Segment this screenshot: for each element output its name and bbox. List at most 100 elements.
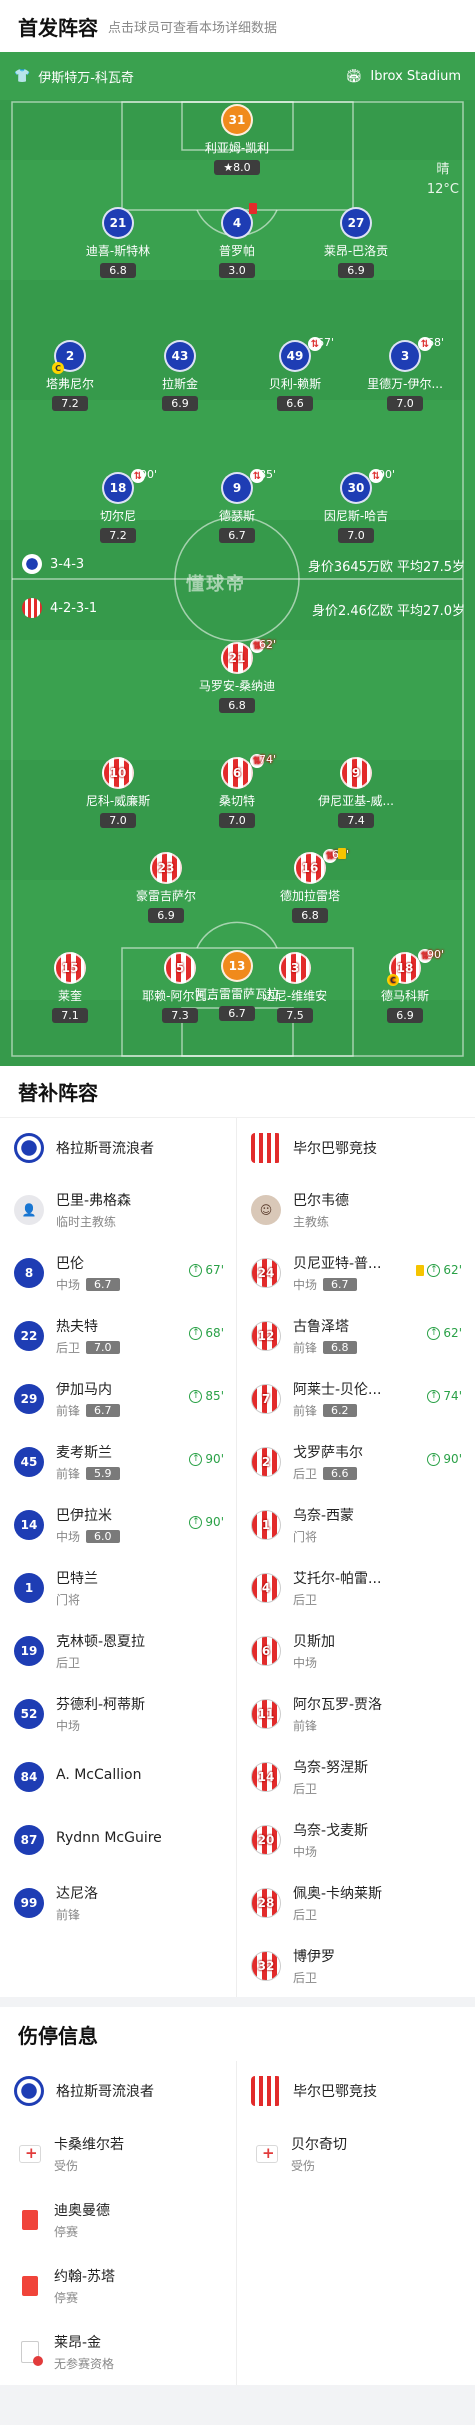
- sub-player-meta: 中场 6.0: [56, 1528, 120, 1545]
- sub-player-info: 佩奥-卡纳莱斯 后卫: [293, 1883, 382, 1923]
- sub-player-row[interactable]: 14 巴伊拉米 中场 6.0 ↑ 90': [0, 1493, 236, 1556]
- player-number: 27: [340, 207, 372, 239]
- pitch-player[interactable]: 16⇅62' 德加拉雷塔 6.8: [255, 848, 365, 923]
- sub-player-row[interactable]: 32 博伊罗 后卫: [237, 1934, 474, 1997]
- sub-player-row[interactable]: 7 阿莱士-贝伦... 前锋 6.2 ↑ 74': [237, 1367, 474, 1430]
- sub-player-row[interactable]: 12 古鲁泽塔 前锋 6.8 ↑ 62': [237, 1304, 474, 1367]
- pitch-player[interactable]: 31 利亚姆-凯利 ★8.0: [182, 104, 292, 175]
- sub-player-row[interactable]: 22 热夫特 后卫 7.0 ↑ 68': [0, 1304, 236, 1367]
- sub-player-row[interactable]: 4 艾托尔-帕雷... 后卫: [237, 1556, 474, 1619]
- injury-row[interactable]: 约翰-苏塔 停赛: [0, 2253, 236, 2319]
- player-rating-wrap: 7.0: [63, 809, 173, 828]
- sub-player-position: 后卫: [293, 1592, 318, 1607]
- sub-player-row[interactable]: 99 达尼洛 前锋: [0, 1871, 236, 1934]
- injury-row[interactable]: 迪奥曼德 停赛: [0, 2187, 236, 2253]
- sub-player-row[interactable]: 52 芬德利-柯蒂斯 中场: [0, 1682, 236, 1745]
- sub-player-row[interactable]: 2 戈罗萨韦尔 后卫 6.6 ↑ 90': [237, 1430, 474, 1493]
- medkit-icon: [255, 2142, 279, 2166]
- home-coach: 伊斯特万-科瓦奇: [38, 70, 134, 86]
- sub-player-meta: 中场: [293, 1654, 335, 1671]
- pitch-topbar: 👕 伊斯特万-科瓦奇 🏟 Ibrox Stadium: [0, 52, 475, 100]
- sub-player-row[interactable]: 19 克林顿-恩夏拉 后卫: [0, 1619, 236, 1682]
- injured-player-name: 卡桑维尔若: [54, 2137, 124, 2153]
- pitch-player[interactable]: 23 豪雷吉萨尔 6.9: [111, 852, 221, 923]
- pitch-player[interactable]: 21 ⇅ 62' 马罗安-桑纳迪 6.8: [182, 638, 292, 713]
- player-rating: 7.1: [52, 1008, 88, 1023]
- sub-player-row[interactable]: 8 巴伦 中场 6.7 ↑ 67': [0, 1241, 236, 1304]
- sub-on-event: ↑ 74': [427, 1389, 462, 1403]
- pitch-player[interactable]: 43 拉斯金 6.9: [125, 340, 235, 411]
- substitution-minute: 85': [259, 468, 277, 481]
- sub-player-row[interactable]: 20 乌奈-戈麦斯 中场: [237, 1808, 474, 1871]
- sub-player-row[interactable]: 87 Rydnn McGuire: [0, 1808, 236, 1871]
- sub-player-rating: 6.8: [323, 1340, 357, 1354]
- sub-on-arrow-icon: ↑: [427, 1326, 441, 1340]
- injured-player-name: 莱昂-金: [54, 2335, 102, 2351]
- coach-name: 巴里-弗格森: [56, 1192, 132, 1209]
- sub-player-meta: 前锋 6.7: [56, 1402, 120, 1419]
- player-name: 德加拉雷塔: [279, 889, 340, 903]
- home-team-header[interactable]: 格拉斯哥流浪者: [0, 1118, 236, 1178]
- pitch-player[interactable]: 10 尼科-威廉斯 7.0: [63, 757, 173, 828]
- sub-player-number: 11: [251, 1698, 281, 1729]
- player-number: 13: [221, 950, 253, 982]
- away-team-header[interactable]: 毕尔巴鄂竞技: [237, 1118, 474, 1178]
- coach-name: 巴尔韦德: [293, 1192, 349, 1209]
- pitch-player[interactable]: 6 ⇅ 74' 桑切特 7.0: [182, 753, 292, 828]
- sub-player-meta: 中场 6.7: [56, 1276, 120, 1293]
- injury-row[interactable]: 卡桑维尔若受伤: [0, 2121, 236, 2187]
- injury-status: 停赛: [54, 2291, 79, 2305]
- pitch-player[interactable]: 9 ⇅ 85' 德瑟斯 6.7: [182, 468, 292, 543]
- sub-player-row[interactable]: 28 佩奥-卡纳莱斯 后卫: [237, 1871, 474, 1934]
- sub-player-number: 2: [251, 1446, 281, 1477]
- pitch-player[interactable]: 9 伊尼亚基-威... 7.4: [301, 757, 411, 828]
- home-coach-row[interactable]: 👤 巴里-弗格森 临时主教练: [0, 1178, 236, 1241]
- sub-player-row[interactable]: 45 麦考斯兰 前锋 5.9 ↑ 90': [0, 1430, 236, 1493]
- away-team-header[interactable]: 毕尔巴鄂竞技: [237, 2061, 474, 2121]
- sub-player-position: 中场: [293, 1655, 318, 1670]
- player-name: 莱昂-巴洛贡: [323, 244, 389, 258]
- home-team-header[interactable]: 格拉斯哥流浪者: [0, 2061, 236, 2121]
- sub-player-meta: 前锋 6.8: [293, 1339, 357, 1356]
- substitution-minute: 74': [259, 753, 277, 766]
- weather-temp: 12°C: [426, 182, 459, 197]
- sub-player-row[interactable]: 11 阿尔瓦罗-贾洛 前锋: [237, 1682, 474, 1745]
- sub-player-row[interactable]: 84 A. McCallion: [0, 1745, 236, 1808]
- sub-player-info: 巴伊拉米 中场 6.0: [56, 1505, 120, 1545]
- sub-player-info: 古鲁泽塔 前锋 6.8: [293, 1316, 357, 1356]
- away-formation-row: 4-2-3-1: [22, 598, 97, 618]
- pitch-player[interactable]: 3 ⇅ 68' 里德万-伊尔... 7.0: [350, 336, 460, 411]
- pitch-player[interactable]: 15 莱奎 7.1: [15, 952, 125, 1023]
- pitch-player[interactable]: 27 莱昂-巴洛贡 6.9: [301, 207, 411, 278]
- pitch-player[interactable]: 49 ⇅ 67' 贝利-赖斯 6.6: [240, 336, 350, 411]
- pitch-player[interactable]: 30 ⇅ 90' 因尼斯-哈吉 7.0: [301, 468, 411, 543]
- sub-on-minute: 74': [443, 1389, 462, 1403]
- player-rating-wrap: 3.0: [182, 259, 292, 278]
- pitch-player[interactable]: 18 ⇅ 90' 切尔尼 7.2: [63, 468, 173, 543]
- player-number: 43: [164, 340, 196, 372]
- captain-icon: C: [387, 974, 399, 986]
- sub-player-row[interactable]: 6 贝斯加 中场: [237, 1619, 474, 1682]
- injury-row[interactable]: 莱昂-金 无参赛资格: [0, 2319, 236, 2385]
- sub-player-row[interactable]: 24 贝尼亚特-普... 中场 6.7 ↑ 62': [237, 1241, 474, 1304]
- sub-player-row[interactable]: 1 巴特兰 门将: [0, 1556, 236, 1619]
- pitch-player[interactable]: 21 迪喜-斯特林 6.8: [63, 207, 173, 278]
- bilbao-crest-icon: [251, 1133, 281, 1163]
- substitution-minute: 90': [427, 948, 445, 961]
- player-number: 31: [221, 104, 253, 136]
- sub-player-row[interactable]: 14 乌奈-努涅斯 后卫: [237, 1745, 474, 1808]
- sub-player-info: 热夫特 后卫 7.0: [56, 1316, 120, 1356]
- sub-player-info: 麦考斯兰 前锋 5.9: [56, 1442, 120, 1482]
- sub-player-meta: 后卫: [293, 1969, 335, 1986]
- player-number: 23: [150, 852, 182, 884]
- away-coach-row[interactable]: ☺ 巴尔韦德 主教练: [237, 1178, 474, 1241]
- sub-player-row[interactable]: 29 伊加马内 前锋 6.7 ↑ 85': [0, 1367, 236, 1430]
- pitch-player[interactable]: 13 阿吉雷雷萨瓦拉 6.7: [182, 950, 292, 1021]
- pitch-player[interactable]: 2 C 塔弗尼尔 7.2: [15, 340, 125, 411]
- sub-player-row[interactable]: 1 乌奈-西蒙 门将: [237, 1493, 474, 1556]
- sub-player-name: 阿尔瓦罗-贾洛: [293, 1696, 383, 1713]
- pitch-player[interactable]: 18 ⇅ 90' C 德马科斯 6.9: [350, 948, 460, 1023]
- pitch-player[interactable]: 4 普罗帕 3.0: [182, 203, 292, 278]
- injury-row[interactable]: 贝尔奇切受伤: [237, 2121, 474, 2187]
- sub-player-number: 1: [251, 1509, 281, 1540]
